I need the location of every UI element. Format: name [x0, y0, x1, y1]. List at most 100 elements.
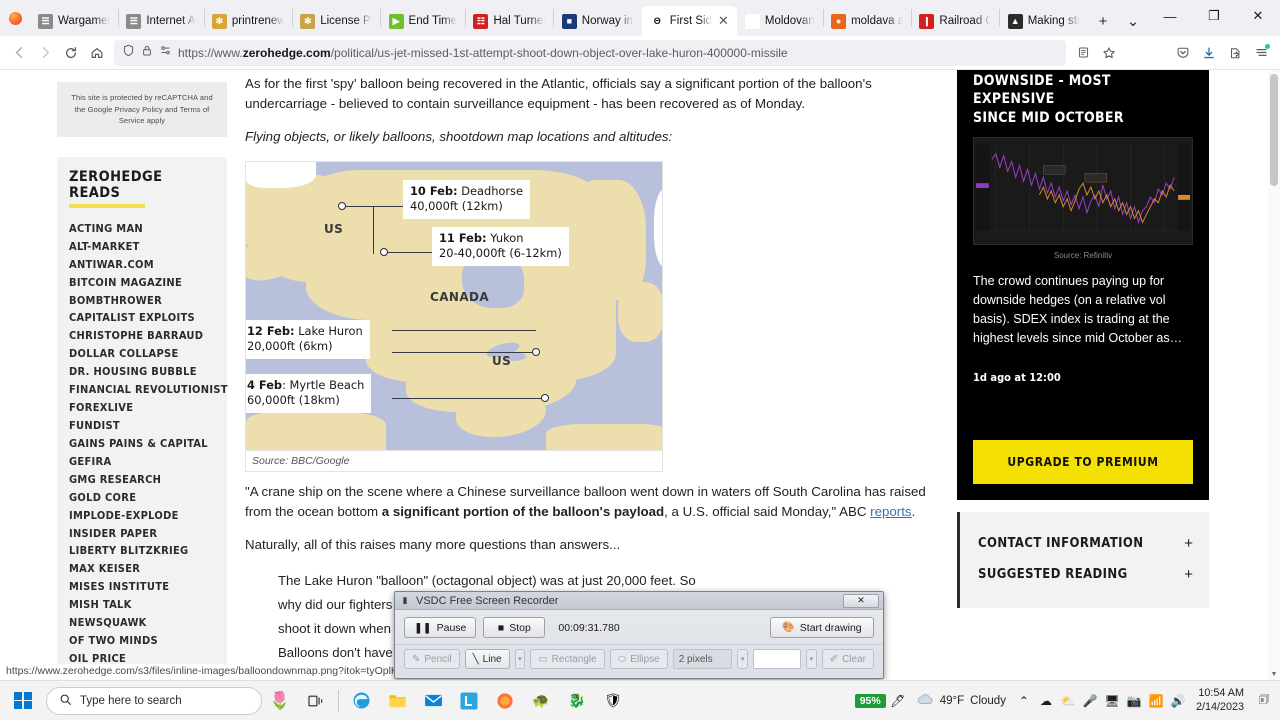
zerohedge-read-link[interactable]: GOLD CORE — [69, 489, 215, 507]
notification-center-icon[interactable]: 🗊 — [1254, 681, 1274, 720]
shield-icon[interactable] — [122, 44, 135, 62]
url-text[interactable]: https://www.zerohedge.com/political/us-j… — [178, 46, 788, 60]
page-scrollbar[interactable]: ▲ ▼ — [1268, 70, 1280, 680]
tab-list[interactable]: ☰ Wargamer ☰ Internet A ✻ printrenew ✻ License … — [30, 0, 1088, 36]
volume-icon[interactable]: 🔊 — [1168, 681, 1188, 720]
zerohedge-read-link[interactable]: FUNDIST — [69, 417, 215, 435]
browser-tab[interactable]: ■ Norway inf — [554, 6, 642, 36]
browser-tab[interactable]: ❙ Railroad C — [911, 6, 999, 36]
zerohedge-read-link[interactable]: DOLLAR COLLAPSE — [69, 345, 215, 363]
tab-close-icon[interactable]: ✕ — [718, 13, 729, 29]
window-close-button[interactable]: ✕ — [1236, 0, 1280, 32]
scrollbar-thumb[interactable] — [1270, 74, 1278, 186]
bookmark-star-icon[interactable] — [1096, 40, 1122, 66]
account-icon[interactable] — [1222, 40, 1248, 66]
expand-icon[interactable]: + — [1184, 535, 1193, 552]
vsdc-tool-rectangle[interactable]: ▭ Rectangle — [530, 649, 605, 669]
stylus-icon[interactable]: 🖊 — [888, 681, 908, 720]
new-tab-button[interactable]: + — [1088, 6, 1118, 36]
browser-tab[interactable]: ☰ Wargamer — [30, 6, 118, 36]
vsdc-thickness-select[interactable]: 2 pixels — [672, 649, 733, 669]
zerohedge-read-link[interactable]: BOMBTHROWER — [69, 292, 215, 310]
scroll-down-arrow[interactable]: ▼ — [1268, 668, 1280, 680]
vsdc-stop-button[interactable]: ■ Stop — [483, 617, 546, 638]
download-icon[interactable] — [1196, 40, 1222, 66]
accordion-item-contact-information[interactable]: CONTACT INFORMATION + — [960, 528, 1209, 559]
browser-tab[interactable]: ✻ License Pla — [292, 6, 380, 36]
browser-tab[interactable]: ☷ Hal Turner — [465, 6, 553, 36]
mail-icon[interactable] — [415, 681, 451, 720]
zerohedge-read-link[interactable]: INSIDER PAPER — [69, 525, 215, 543]
vsdc-tool-line[interactable]: ╲ Line — [464, 649, 510, 669]
browser-tab[interactable]: ▶ End Time — [381, 6, 466, 36]
reader-icon[interactable] — [1070, 40, 1096, 66]
vsdc-thickness-caret[interactable]: ▾ — [737, 649, 748, 669]
browser-tab-active[interactable]: Θ First Sid ✕ — [641, 6, 737, 36]
zerohedge-read-link[interactable]: ALT-MARKET — [69, 238, 215, 256]
zerohedge-read-link[interactable]: CAPITALIST EXPLOITS — [69, 309, 215, 327]
shootdown-map-image[interactable]: US CANADA US 10 Feb: Deadhorse 40,000ft … — [246, 162, 662, 451]
vsdc-screen-recorder-window[interactable]: ▮ VSDC Free Screen Recorder ✕ ❚❚ Pause ■… — [394, 591, 884, 679]
cloud-sync-icon[interactable]: ⛅ — [1058, 681, 1078, 720]
abc-reports-link[interactable]: reports — [870, 504, 911, 519]
explorer-icon[interactable] — [379, 681, 415, 720]
app2-icon[interactable]: 🐉 — [559, 681, 595, 720]
vsdc-color-caret[interactable]: ▾ — [806, 649, 817, 669]
zerohedge-read-link[interactable]: NEWSQUAWK — [69, 614, 215, 632]
vsdc-clear-button[interactable]: ✐ Clear — [821, 649, 874, 669]
battery-percent-badge[interactable]: 95% — [854, 693, 886, 708]
onedrive-icon[interactable]: ☁ — [1036, 681, 1056, 720]
lock-icon[interactable] — [141, 44, 153, 62]
zerohedge-read-link[interactable]: GAINS PAINS & CAPITAL — [69, 435, 215, 453]
app1-icon[interactable]: 🐢 — [523, 681, 559, 720]
upgrade-to-premium-button[interactable]: UPGRADE TO PREMIUM — [973, 440, 1193, 485]
taskbar-search-input[interactable]: Type here to search — [46, 686, 262, 715]
zerohedge-read-link[interactable]: FINANCIAL REVOLUTIONIST — [69, 381, 228, 399]
vsdc-pause-button[interactable]: ❚❚ Pause — [404, 617, 477, 638]
vsdc-color-select[interactable] — [752, 649, 802, 669]
permissions-icon[interactable] — [159, 44, 172, 62]
forward-button[interactable] — [32, 40, 58, 66]
taskbar-clock[interactable]: 10:54 AM 2/14/2023 — [1190, 687, 1252, 715]
display-icon[interactable]: 🖥 — [1102, 681, 1122, 720]
address-bar[interactable]: https://www.zerohedge.com/political/us-j… — [114, 39, 1066, 66]
vsdc-tool-ellipse[interactable]: ⬭ Ellipse — [609, 649, 668, 669]
zerohedge-read-link[interactable]: MAX KEISER — [69, 560, 215, 578]
zerohedge-read-link[interactable]: IMPLODE-EXPLODE — [69, 507, 215, 525]
browser-tab[interactable]: ✻ printrenew — [204, 6, 292, 36]
vsdc-close-button[interactable]: ✕ — [843, 593, 879, 608]
vsdc-tool-pencil[interactable]: ✎ Pencil — [404, 649, 460, 669]
zerohedge-read-link[interactable]: OF TWO MINDS — [69, 632, 215, 650]
edge-icon[interactable] — [343, 681, 379, 720]
premium-promo-card[interactable]: DOWNSIDE - MOST EXPENSIVE SINCE MID OCTO… — [957, 70, 1209, 501]
window-restore-button[interactable]: ❐ — [1192, 0, 1236, 32]
zerohedge-read-link[interactable]: MISH TALK — [69, 596, 215, 614]
reload-button[interactable] — [58, 40, 84, 66]
zerohedge-read-link[interactable]: CHRISTOPHE BARRAUD — [69, 327, 215, 345]
zerohedge-read-link[interactable]: GEFIRA — [69, 453, 215, 471]
browser-tab[interactable]: Θ Moldovan — [737, 6, 823, 36]
shootdown-map-figure[interactable]: US CANADA US 10 Feb: Deadhorse 40,000ft … — [245, 161, 663, 473]
zerohedge-read-link[interactable]: ANTIWAR.COM — [69, 256, 215, 274]
zerohedge-reads-list[interactable]: ACTING MAN ALT-MARKET ANTIWAR.COM BITCOIN M… — [69, 220, 228, 668]
zerohedge-read-link[interactable]: MISES INSTITUTE — [69, 578, 215, 596]
back-button[interactable] — [6, 40, 32, 66]
firefox-icon[interactable] — [487, 681, 523, 720]
zerohedge-read-link[interactable]: LIBERTY BLITZKRIEG — [69, 542, 215, 560]
app3-icon[interactable]: 🛡 — [595, 681, 631, 720]
vsdc-line-options-caret[interactable]: ▾ — [514, 649, 526, 669]
zerohedge-read-link[interactable]: BITCOIN MAGAZINE — [69, 274, 215, 292]
task-view-icon[interactable] — [298, 681, 334, 720]
accordion-item-suggested-reading[interactable]: SUGGESTED READING + — [960, 559, 1209, 590]
flowers-icon[interactable]: 🌷 — [262, 681, 298, 720]
expand-icon[interactable]: + — [1184, 566, 1193, 583]
browser-tab[interactable]: ☰ Internet A — [118, 6, 203, 36]
menu-icon[interactable] — [1248, 40, 1274, 66]
browser-tab[interactable]: ▲ Making stu — [1000, 6, 1088, 36]
mic-icon[interactable]: 🎤 — [1080, 681, 1100, 720]
window-minimize-button[interactable]: — — [1148, 0, 1192, 32]
browser-tab[interactable]: ● moldava a — [823, 6, 911, 36]
vsdc-title-bar[interactable]: ▮ VSDC Free Screen Recorder ✕ — [395, 592, 883, 610]
home-button[interactable] — [84, 40, 110, 66]
tab-list-dropdown-button[interactable]: ⌄ — [1118, 6, 1148, 36]
